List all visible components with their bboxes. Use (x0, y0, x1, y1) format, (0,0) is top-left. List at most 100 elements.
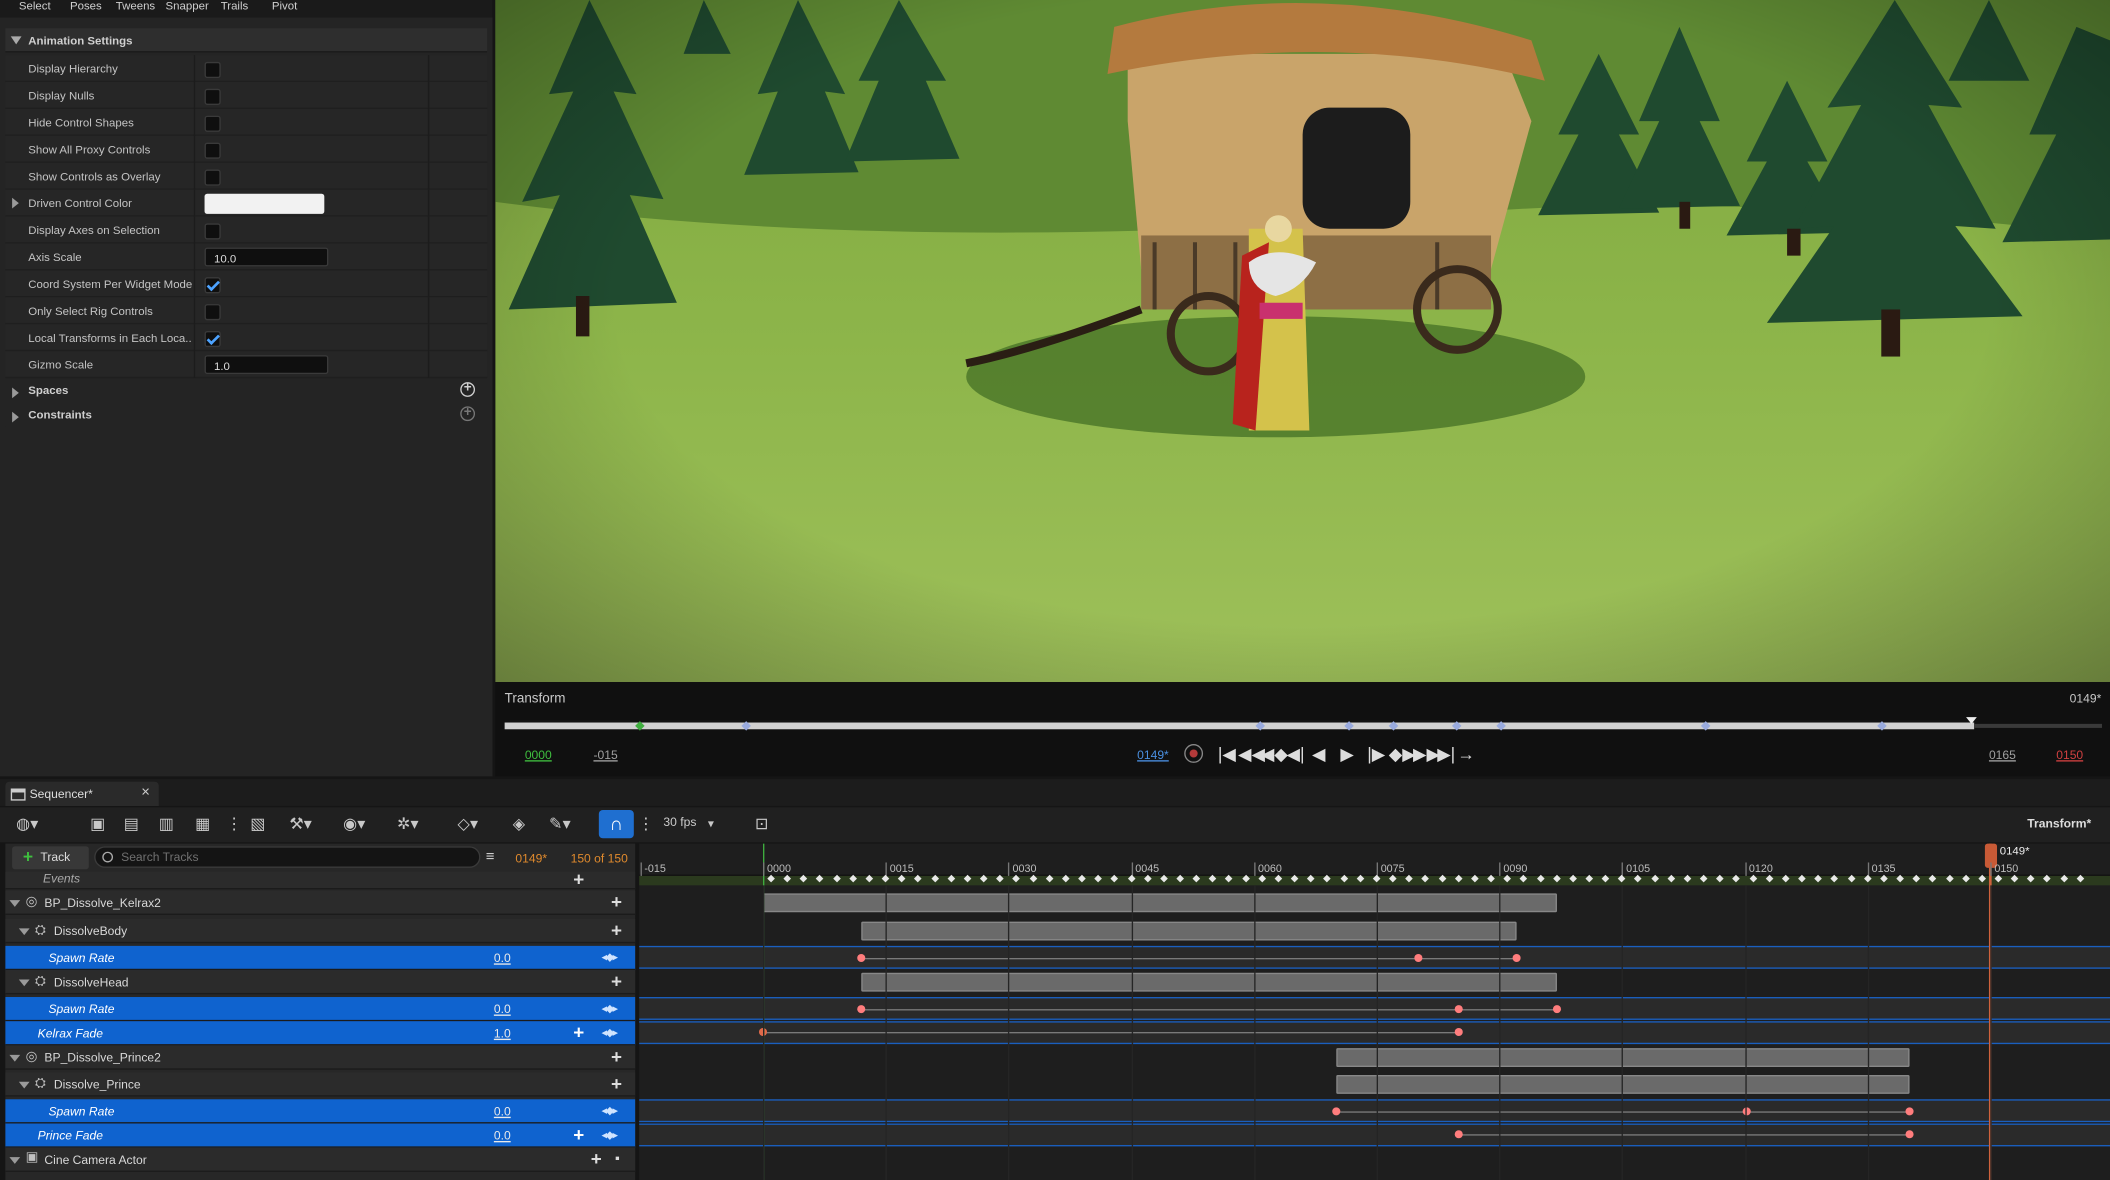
track-icon[interactable]: ▧ (250, 814, 265, 833)
section-bar-kelrax[interactable] (763, 893, 1557, 913)
key-nav-icon[interactable]: ◂◆▸ (602, 1129, 618, 1141)
keyframe[interactable] (1905, 1107, 1914, 1116)
more-icon[interactable]: ⋮ (638, 814, 654, 833)
category-constraints[interactable]: Constraints + (5, 403, 488, 427)
scrub-bar[interactable] (504, 722, 1975, 730)
step-back-button[interactable]: ◀| (1286, 744, 1304, 766)
render-icon[interactable]: ▥ (159, 814, 174, 833)
key-nav-icon[interactable]: ◂◆▸ (602, 1027, 618, 1039)
category-spaces[interactable]: Spaces + (5, 379, 488, 403)
hide-control-shapes-checkbox[interactable] (204, 115, 221, 132)
more-icon[interactable]: ⋮ (226, 814, 242, 833)
camera-cut-icon[interactable]: ▪ (615, 1152, 620, 1167)
keyframe[interactable] (1512, 953, 1521, 963)
fps-dropdown[interactable]: 30 fps (663, 815, 696, 828)
keyframe[interactable] (1414, 953, 1423, 963)
collapse-icon[interactable] (9, 1157, 21, 1164)
tab-trails[interactable]: Trails (221, 0, 249, 12)
key-icon[interactable]: ◇▾ (458, 814, 479, 833)
track-cine-camera[interactable]: ▣ Cine Camera Actor + ▪ (5, 1147, 636, 1172)
add-icon[interactable]: + (611, 1072, 622, 1094)
tab-select[interactable]: Select (19, 0, 51, 12)
keyframe[interactable] (1454, 1027, 1463, 1037)
start-frame[interactable]: 0000 (525, 748, 552, 761)
track-dissolvehead[interactable]: ⛭ DissolveHead + (5, 970, 636, 995)
gear-icon[interactable]: ✲▾ (397, 814, 419, 833)
add-track-button[interactable]: + Track (12, 846, 89, 870)
track-value[interactable]: 0.0 (494, 1105, 511, 1118)
tab-snapper[interactable]: Snapper (166, 0, 209, 12)
tab-tweens[interactable]: Tweens (116, 0, 155, 12)
add-icon[interactable]: + (611, 970, 622, 992)
tab-poses[interactable]: Poses (70, 0, 102, 12)
color-swatch[interactable] (204, 193, 325, 214)
key-nav-icon[interactable]: ◂◆▸ (602, 951, 618, 963)
track-kelrax-fade[interactable]: Kelrax Fade 1.0 + ◂◆▸ (5, 1021, 636, 1046)
save-icon[interactable]: ▣ (90, 814, 105, 833)
expand-arrow-icon[interactable] (12, 197, 19, 209)
track-dissolvebody[interactable]: ⛭ DissolveBody + (5, 918, 636, 944)
scrub-head-icon[interactable] (1966, 717, 1977, 724)
search-tracks-input[interactable]: Search Tracks (94, 846, 481, 868)
add-icon[interactable]: + (573, 1021, 584, 1043)
play-button[interactable]: ▶ (1340, 744, 1353, 766)
track-value[interactable]: 1.0 (494, 1027, 511, 1040)
play-reverse-button[interactable]: ◀ (1312, 744, 1325, 766)
add-icon[interactable]: + (591, 1148, 602, 1170)
track-spawn-rate[interactable]: Spawn Rate 0.0 ◂◆▸ (5, 945, 636, 971)
end-frame-right[interactable]: 0150 (2056, 748, 2083, 761)
add-icon[interactable]: + (573, 1123, 584, 1145)
collapse-icon[interactable] (9, 900, 21, 907)
animation-settings-header[interactable]: Animation Settings (5, 28, 488, 53)
collapse-icon[interactable] (18, 1081, 30, 1089)
curve-editor-icon[interactable]: ⊡ (755, 814, 769, 833)
collapse-icon[interactable] (9, 1054, 21, 1062)
close-icon[interactable]: × (141, 784, 150, 800)
add-icon[interactable]: + (573, 868, 584, 890)
jump-end-button[interactable]: ▶| (1437, 744, 1455, 766)
only-select-rig-checkbox[interactable] (204, 304, 221, 321)
key-nav-icon[interactable]: ◂◆▸ (602, 1002, 618, 1014)
track-prince-fade[interactable]: Prince Fade 0.0 + ◂◆▸ (5, 1123, 636, 1148)
keyframe[interactable] (857, 1005, 866, 1014)
local-transforms-checkbox[interactable] (204, 330, 221, 348)
next-key-button[interactable]: ▶▶ (1413, 744, 1440, 766)
track-value[interactable]: 0.0 (494, 1129, 511, 1142)
key-filled-icon[interactable]: ◈ (513, 814, 525, 833)
coord-system-checkbox[interactable] (204, 277, 221, 294)
track-prince[interactable]: ◎ BP_Dissolve_Prince2 + (5, 1045, 636, 1070)
neg-frame[interactable]: -015 (593, 748, 617, 761)
current-frame[interactable]: 0149* (515, 852, 547, 865)
snap-magnet-button[interactable]: ∩ (598, 809, 634, 839)
track-spawn-rate[interactable]: Spawn Rate 0.0 ◂◆▸ (5, 997, 636, 1022)
filter-icon[interactable]: ≡ (486, 849, 495, 865)
wrench-icon[interactable]: ⚒▾ (289, 814, 312, 833)
movie-icon[interactable]: ▦ (195, 814, 210, 833)
track-events[interactable]: Events + (5, 868, 636, 890)
save-as-icon[interactable]: ▤ (124, 814, 139, 833)
axis-scale-input[interactable]: 10.0 (204, 247, 329, 267)
current-frame-field[interactable]: 0149* (1137, 748, 1169, 761)
loop-button[interactable]: → (1457, 744, 1474, 764)
jump-start-button[interactable]: |◀ (1218, 744, 1236, 766)
add-constraint-icon[interactable]: + (460, 406, 476, 422)
section-bar-dissolvebody[interactable] (861, 921, 1517, 941)
display-nulls-checkbox[interactable] (204, 88, 221, 105)
next-keyframe-button[interactable]: ◆▶ (1389, 744, 1416, 766)
viewport[interactable] (495, 0, 2110, 683)
track-value[interactable]: 0.0 (494, 1002, 511, 1015)
keyframe[interactable] (1905, 1130, 1914, 1139)
step-forward-button[interactable]: |▶ (1367, 744, 1385, 766)
eye-icon[interactable]: ◉▾ (343, 814, 365, 833)
gizmo-scale-input[interactable]: 1.0 (204, 355, 329, 375)
key-nav-icon[interactable]: ◂◆▸ (602, 1105, 618, 1117)
keyframe[interactable] (857, 953, 866, 963)
collapse-icon[interactable] (18, 928, 30, 936)
tab-pivot[interactable]: Pivot (272, 0, 297, 12)
end-frame-left[interactable]: 0165 (1989, 748, 2016, 761)
pencil-icon[interactable]: ✎▾ (549, 814, 571, 833)
record-button[interactable] (1184, 744, 1204, 763)
transform-label[interactable]: Transform* (2027, 817, 2091, 830)
display-hierarchy-checkbox[interactable] (204, 61, 221, 79)
track-kelrax[interactable]: ◎ BP_Dissolve_Kelrax2 + (5, 890, 636, 915)
